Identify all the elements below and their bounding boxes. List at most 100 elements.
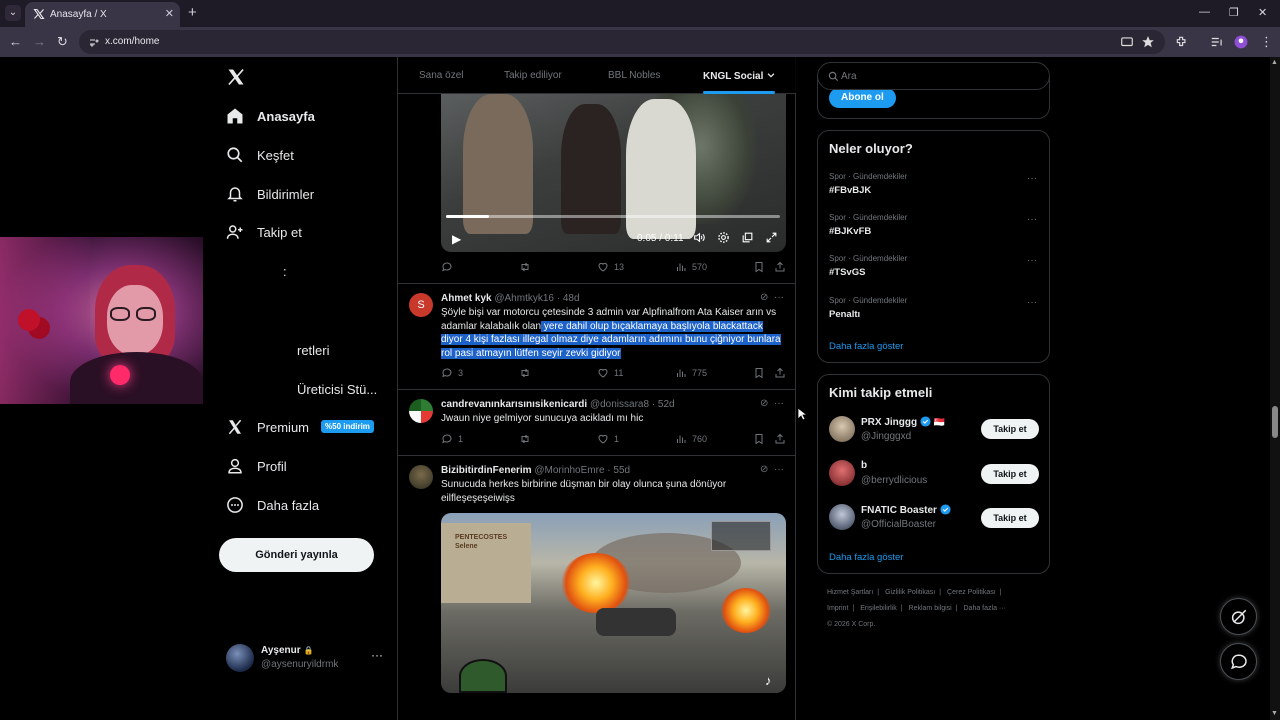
follow-button[interactable]: Takip et — [981, 464, 1039, 484]
volume-icon[interactable] — [693, 231, 706, 244]
tweet-time[interactable]: · 55d — [607, 465, 630, 476]
bookmark-button[interactable] — [753, 433, 770, 445]
play-icon[interactable]: ▶ — [452, 232, 461, 246]
grok-icon[interactable]: ⊘ — [760, 292, 768, 303]
avatar[interactable] — [829, 460, 855, 486]
trend-item[interactable]: #FBvBJK — [829, 185, 871, 196]
browser-menu-icon[interactable]: ⋮ — [1260, 34, 1273, 50]
more-icon[interactable]: ··· — [774, 464, 784, 475]
tab-for-you[interactable]: Sana özel — [419, 70, 463, 81]
subscribe-button[interactable]: Abone ol — [829, 88, 896, 108]
forward-button[interactable]: → — [33, 34, 46, 49]
reload-button[interactable]: ↻ — [57, 34, 68, 50]
like-button[interactable]: 13 — [597, 261, 624, 273]
follow-suggestion-name[interactable]: b — [861, 460, 867, 471]
scroll-up-arrow[interactable]: ▲ — [1271, 59, 1278, 66]
bookmark-star-icon[interactable] — [1141, 35, 1155, 49]
more-icon[interactable]: ··· — [774, 292, 784, 303]
views-button[interactable]: 760 — [675, 433, 707, 445]
footer-link-accessibility[interactable]: Erişilebilirlik — [860, 605, 897, 612]
minimize-button[interactable]: — — [1199, 6, 1210, 18]
tweet-video[interactable]: PENTECOSTES Selene ♪ — [441, 513, 786, 693]
back-button[interactable]: ← — [9, 34, 22, 49]
tweet-time[interactable]: · 52d — [652, 399, 675, 410]
trend-item[interactable]: #TSvGS — [829, 267, 865, 278]
scroll-down-arrow[interactable]: ▼ — [1271, 710, 1278, 717]
avatar[interactable] — [829, 416, 855, 442]
repost-button[interactable] — [519, 433, 536, 445]
follow-button[interactable]: Takip et — [981, 508, 1039, 528]
tweet-time[interactable]: · 48d — [557, 293, 580, 304]
bookmark-button[interactable] — [753, 367, 770, 379]
share-button[interactable] — [774, 261, 791, 273]
nav-home[interactable]: Anasayfa — [226, 102, 315, 130]
cast-icon[interactable] — [1120, 35, 1134, 49]
footer-link-cookies[interactable]: Çerez Politikası — [947, 589, 996, 596]
tab-search-button[interactable]: ⌄ — [5, 5, 21, 21]
footer-link-privacy[interactable]: Gizlilik Politikası — [885, 589, 935, 596]
repost-button[interactable] — [519, 367, 536, 379]
browser-tab[interactable]: Anasayfa / X ✕ — [25, 2, 180, 27]
nav-more[interactable]: Daha fazla — [226, 491, 319, 519]
nav-explore[interactable]: Keşfet — [226, 141, 294, 169]
nav-notifications[interactable]: Bildirimler — [226, 180, 314, 208]
media-control-icon[interactable] — [1210, 35, 1224, 49]
footer-link-more[interactable]: Daha fazla ··· — [964, 605, 1006, 612]
account-more-icon[interactable]: ··· — [371, 648, 383, 662]
views-button[interactable]: 570 — [675, 261, 707, 273]
reply-button[interactable] — [441, 261, 458, 273]
more-icon[interactable]: ··· — [774, 398, 784, 409]
profile-avatar-icon[interactable] — [1234, 35, 1248, 49]
trends-show-more-link[interactable]: Daha fazla göster — [829, 341, 903, 352]
avatar[interactable] — [409, 399, 433, 423]
maximize-button[interactable]: ❐ — [1229, 6, 1239, 19]
tweet-author-handle[interactable]: @donissara8 — [590, 399, 649, 410]
like-button[interactable]: 11 — [597, 367, 623, 379]
share-button[interactable] — [774, 367, 791, 379]
trend-more-icon[interactable]: ··· — [1027, 173, 1037, 184]
tweet-author-name[interactable]: BizibitirdinFenerim — [441, 465, 532, 476]
tweet-author-handle[interactable]: @Ahmtkyk16 — [494, 293, 554, 304]
scroll-thumb[interactable] — [1272, 406, 1278, 438]
video-player[interactable]: ▶ 0:05 / 0:11 — [441, 94, 786, 252]
tab-close-icon[interactable]: ✕ — [165, 7, 174, 20]
settings-icon[interactable] — [717, 231, 730, 244]
grok-fab-button[interactable] — [1220, 598, 1257, 635]
grok-icon[interactable]: ⊘ — [760, 464, 768, 475]
trend-item[interactable]: Penaltı — [829, 309, 860, 320]
follow-show-more-link[interactable]: Daha fazla göster — [829, 552, 903, 563]
trend-more-icon[interactable]: ··· — [1027, 255, 1037, 266]
x-logo-icon[interactable] — [226, 67, 246, 87]
follow-button[interactable]: Takip et — [981, 419, 1039, 439]
picture-in-picture-icon[interactable] — [741, 231, 754, 244]
extensions-icon[interactable] — [1175, 35, 1189, 49]
views-button[interactable]: 775 — [675, 367, 707, 379]
video-progress-bar[interactable] — [446, 215, 780, 218]
repost-button[interactable] — [519, 261, 536, 273]
nav-follow[interactable]: Takip et — [226, 218, 302, 246]
follow-suggestion-name[interactable]: PRX Jinggg 🇸🇬 — [861, 416, 945, 428]
site-info-icon[interactable] — [88, 36, 100, 48]
address-bar[interactable]: x.com/home — [79, 30, 1165, 54]
tweet-author-handle[interactable]: @MorinhoEmre — [534, 465, 604, 476]
trend-more-icon[interactable]: ··· — [1027, 214, 1037, 225]
grok-icon[interactable]: ⊘ — [760, 398, 768, 409]
trend-item[interactable]: #BJKvFB — [829, 226, 871, 237]
messages-fab-button[interactable] — [1220, 643, 1257, 680]
trend-more-icon[interactable]: ··· — [1027, 297, 1037, 308]
tweet-author-name[interactable]: Ahmet kyk — [441, 293, 492, 304]
tweet-author-name[interactable]: candrevanınkarısınısikenicardi — [441, 399, 587, 410]
nav-premium[interactable]: Premium %50 indirim — [226, 413, 374, 441]
window-close-button[interactable]: ✕ — [1258, 6, 1267, 19]
tab-kngl-social[interactable]: KNGL Social — [703, 70, 776, 82]
new-tab-button[interactable]: + — [188, 4, 197, 21]
reply-button[interactable]: 1 — [441, 433, 463, 445]
follow-suggestion-name[interactable]: FNATIC Boaster — [861, 504, 951, 516]
avatar[interactable]: S — [409, 293, 433, 317]
fullscreen-icon[interactable] — [765, 231, 778, 244]
nav-profile[interactable]: Profil — [226, 452, 287, 480]
footer-link-imprint[interactable]: Imprint — [827, 605, 848, 612]
footer-link-terms[interactable]: Hizmet Şartları — [827, 589, 873, 596]
page-scrollbar[interactable]: ▲ ▼ — [1270, 57, 1280, 720]
avatar[interactable] — [409, 465, 433, 489]
